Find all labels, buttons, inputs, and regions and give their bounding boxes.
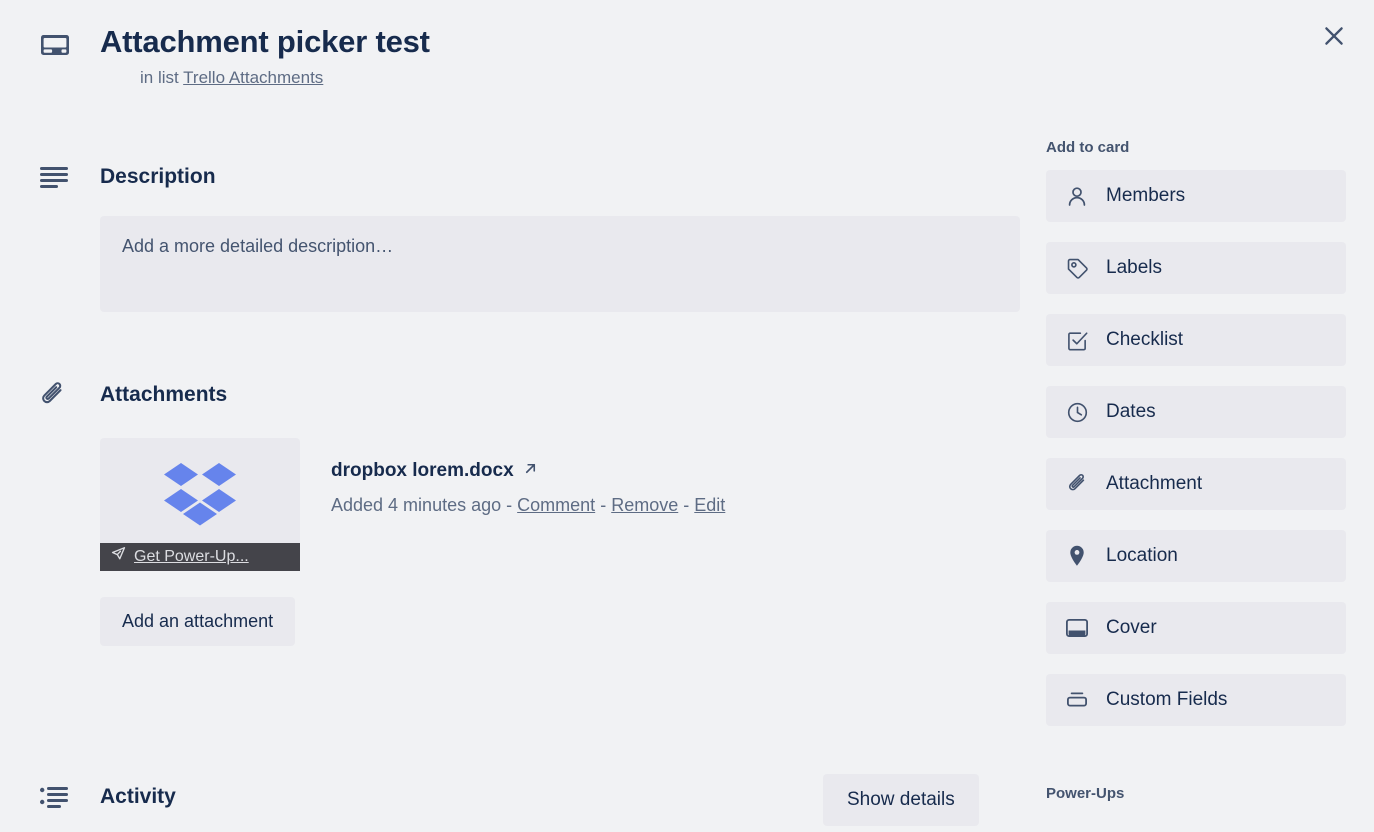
sidebar-item-label: Members: [1106, 185, 1186, 206]
attachments-section: Attachments Get Power-Up... dropbox lore…: [40, 378, 1030, 646]
breadcrumb: in list Trello Attachments: [140, 66, 1020, 90]
card-header: Attachment picker test in list Trello At…: [40, 22, 1020, 90]
attachment-name-link[interactable]: dropbox lorem.docx: [331, 460, 725, 482]
sidebar-item-location[interactable]: Location: [1046, 530, 1346, 582]
activity-list-icon: [40, 786, 74, 808]
separator-1: -: [506, 495, 513, 515]
get-power-up-badge[interactable]: Get Power-Up...: [100, 543, 300, 571]
attachment-details: dropbox lorem.docx Added 4 minutes ago -…: [331, 438, 725, 517]
get-power-up-label: Get Power-Up...: [134, 548, 249, 565]
sidebar-item-checklist[interactable]: Checklist: [1046, 314, 1346, 366]
attachment-comment-link[interactable]: Comment: [517, 495, 595, 515]
paperclip-icon: [40, 381, 74, 409]
external-link-icon: [523, 460, 538, 482]
sidebar-item-label: Location: [1106, 545, 1178, 566]
rocket-icon: [110, 546, 127, 568]
list-link[interactable]: Trello Attachments: [183, 68, 323, 87]
sidebar-item-members[interactable]: Members: [1046, 170, 1346, 222]
description-placeholder: Add a more detailed description…: [122, 236, 394, 256]
sidebar-item-label: Labels: [1106, 257, 1162, 278]
custom-fields-icon: [1064, 691, 1090, 709]
member-icon: [1064, 186, 1090, 207]
activity-title: Activity: [100, 785, 176, 808]
separator-2: -: [600, 495, 607, 515]
label-tag-icon: [1064, 258, 1090, 279]
card-detail-modal: Attachment picker test in list Trello At…: [0, 0, 1374, 832]
power-ups-heading: Power-Ups: [1046, 785, 1125, 802]
sidebar: Add to card Members Labels Checklist Dat…: [1046, 138, 1346, 746]
sidebar-item-label: Checklist: [1106, 329, 1184, 350]
sidebar-item-label: Dates: [1106, 401, 1156, 422]
close-icon: [1321, 23, 1347, 49]
add-to-card-heading: Add to card: [1046, 139, 1130, 156]
page-title: Attachment picker test: [100, 24, 430, 59]
sidebar-item-cover[interactable]: Cover: [1046, 602, 1346, 654]
description-title: Description: [100, 165, 216, 188]
clock-icon: [1064, 402, 1090, 423]
attachment-item: Get Power-Up... dropbox lorem.docx Added: [100, 438, 1030, 571]
sidebar-item-label: Attachment: [1106, 473, 1203, 494]
show-details-button[interactable]: Show details: [823, 774, 979, 826]
attachment-edit-link[interactable]: Edit: [694, 495, 725, 515]
dropbox-logo: [162, 461, 238, 531]
sidebar-item-labels[interactable]: Labels: [1046, 242, 1346, 294]
attachments-title: Attachments: [100, 383, 228, 406]
attachment-meta-line: Added 4 minutes ago - Comment - Remove -…: [331, 493, 725, 517]
paperclip-icon: [1064, 473, 1090, 495]
sidebar-item-dates[interactable]: Dates: [1046, 386, 1346, 438]
description-icon: [40, 166, 74, 188]
sidebar-item-custom-fields[interactable]: Custom Fields: [1046, 674, 1346, 726]
checklist-icon: [1064, 330, 1090, 351]
in-list-label: in list: [140, 68, 179, 87]
sidebar-item-label: Cover: [1106, 617, 1157, 638]
description-input[interactable]: Add a more detailed description…: [100, 216, 1020, 312]
card-cover-icon: [40, 28, 74, 62]
close-button[interactable]: [1312, 14, 1356, 58]
attachment-remove-link[interactable]: Remove: [611, 495, 678, 515]
add-attachment-button[interactable]: Add an attachment: [100, 597, 296, 646]
sidebar-item-label: Custom Fields: [1106, 689, 1228, 710]
attachment-thumbnail[interactable]: Get Power-Up...: [100, 438, 300, 571]
main-content: Description Add a more detailed descript…: [40, 160, 1030, 646]
location-pin-icon: [1064, 545, 1090, 567]
separator-3: -: [683, 495, 690, 515]
description-section: Description Add a more detailed descript…: [40, 160, 1030, 312]
attachment-added-time: Added 4 minutes ago: [331, 495, 502, 515]
cover-icon: [1064, 619, 1090, 637]
attachment-filename: dropbox lorem.docx: [331, 460, 514, 481]
sidebar-item-attachment[interactable]: Attachment: [1046, 458, 1346, 510]
